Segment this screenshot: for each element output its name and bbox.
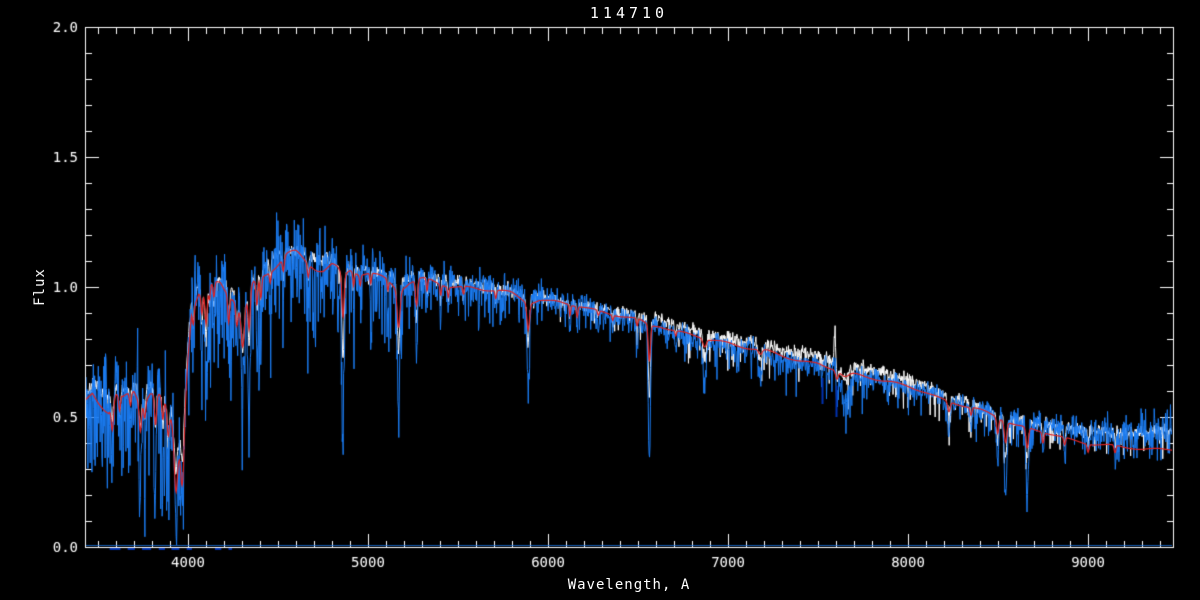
x-axis-label: Wavelength, A	[567, 577, 691, 593]
spectrum-figure: 114710 Wavelength, A Flux	[0, 0, 1200, 600]
y-axis-label: Flux	[32, 268, 48, 306]
spectrum-plot-canvas	[0, 0, 1200, 600]
plot-title: 114710	[589, 4, 669, 22]
